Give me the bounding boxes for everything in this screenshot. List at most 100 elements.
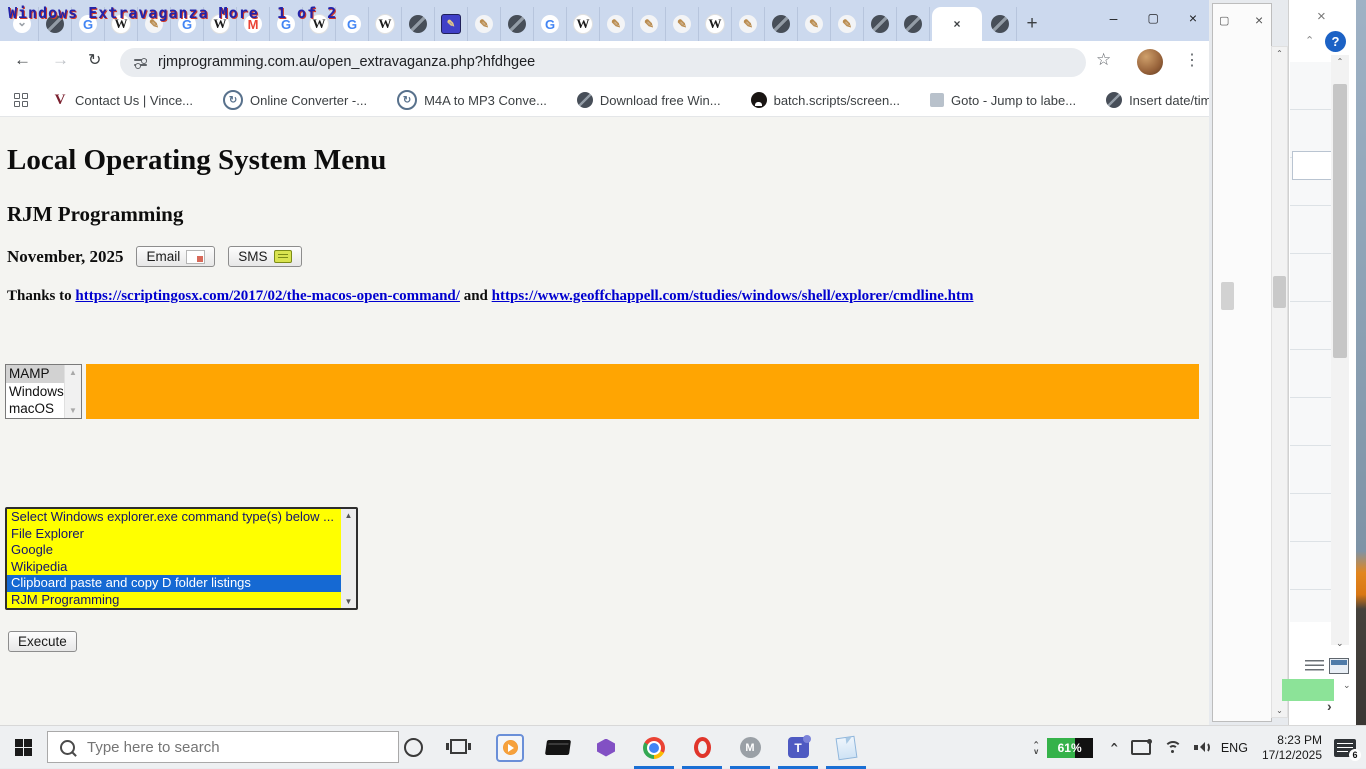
pinned-tab[interactable] (501, 7, 534, 41)
pinned-tab[interactable] (534, 7, 567, 41)
scroll-down-icon[interactable]: ▼ (345, 597, 353, 606)
os-option[interactable]: MAMP (6, 365, 64, 383)
scroll-up-icon[interactable]: ▲ (69, 368, 77, 377)
close-icon[interactable]: × (1255, 12, 1263, 28)
email-button[interactable]: Email (136, 246, 215, 267)
command-option[interactable]: File Explorer (7, 526, 341, 543)
back-icon[interactable]: ← (14, 50, 31, 70)
taskbar-app[interactable] (822, 726, 870, 769)
command-scrollbar[interactable]: ▲ ▼ (341, 509, 356, 608)
scrollbar-thumb[interactable] (1333, 84, 1347, 358)
scroll-up-icon[interactable]: ⌃ (1276, 49, 1283, 58)
site-info-icon[interactable] (134, 58, 148, 68)
battery-indicator[interactable]: 61% (1047, 738, 1093, 758)
cortana-icon[interactable] (404, 738, 423, 757)
scroll-down-icon[interactable]: ⌄ (1343, 680, 1351, 691)
pinned-tab[interactable] (468, 7, 501, 41)
scroll-up-icon[interactable]: ⌃ (1337, 57, 1344, 66)
pinned-tab[interactable] (732, 7, 765, 41)
taskbar-app[interactable] (630, 726, 678, 769)
os-option[interactable]: Windows (6, 383, 64, 401)
tray-scroll-icons[interactable]: ^ v (1034, 741, 1039, 755)
pinned-tab[interactable] (336, 7, 369, 41)
bookmark-item[interactable]: Goto - Jump to labe... (930, 93, 1076, 108)
back-window[interactable]: ▢ × ⌄ (1212, 3, 1272, 722)
pinned-tab[interactable] (765, 7, 798, 41)
notification-center-icon[interactable]: 6 (1334, 739, 1356, 757)
pinned-tab[interactable] (567, 7, 600, 41)
pinned-tab[interactable] (831, 7, 864, 41)
forward-icon[interactable]: → (52, 50, 69, 70)
scroll-down-icon[interactable]: v (1034, 748, 1039, 755)
taskbar-search[interactable] (47, 731, 399, 763)
bookmark-item[interactable]: M4A to MP3 Conve... (397, 90, 547, 110)
bookmark-item[interactable]: Contact Us | Vince... (52, 92, 193, 108)
pinned-tab[interactable] (402, 7, 435, 41)
next-arrow-icon[interactable]: › (1327, 698, 1332, 714)
link-geoffchappell[interactable]: https://www.geoffchappell.com/studies/wi… (492, 288, 974, 304)
language-indicator[interactable]: ENG (1221, 741, 1248, 755)
image-thumbnail-icon[interactable] (1329, 658, 1349, 674)
bookmark-item[interactable]: Download free Win... (577, 92, 721, 108)
volume-icon[interactable] (1194, 741, 1210, 754)
pinned-tab[interactable] (666, 7, 699, 41)
execute-button[interactable]: Execute (8, 631, 77, 652)
pinned-tab[interactable] (633, 7, 666, 41)
new-tab-button[interactable]: + (1017, 7, 1047, 41)
bookmark-item[interactable]: Online Converter -... (223, 90, 367, 110)
os-listbox[interactable]: MAMP Windows macOS ▲ ▼ (5, 364, 82, 419)
command-option[interactable]: Wikipedia (7, 559, 341, 576)
os-scrollbar[interactable]: ▲ ▼ (64, 365, 81, 418)
command-option[interactable]: Select Windows explorer.exe command type… (7, 509, 341, 526)
start-button[interactable] (0, 726, 46, 768)
taskbar-app[interactable] (678, 726, 726, 769)
active-tab[interactable]: × (932, 7, 982, 41)
kebab-menu-icon[interactable]: ⋮ (1184, 50, 1200, 70)
command-option[interactable]: Clipboard paste and copy D folder listin… (7, 575, 341, 592)
taskbar-app[interactable] (582, 726, 630, 769)
bookmark-star-icon[interactable]: ☆ (1096, 50, 1111, 70)
taskbar-app[interactable] (534, 726, 582, 769)
pinned-tab[interactable] (984, 7, 1017, 41)
help-icon[interactable]: ? (1325, 31, 1346, 52)
command-option[interactable]: RJM Programming (7, 592, 341, 609)
maximize-icon[interactable]: ▢ (1147, 11, 1158, 25)
url-text[interactable]: rjmprogramming.com.au/open_extravaganza.… (158, 54, 535, 70)
tab-close-icon[interactable]: × (953, 17, 960, 31)
os-option[interactable]: macOS (6, 400, 64, 418)
command-option[interactable]: Google (7, 542, 341, 559)
taskbar-app[interactable] (726, 726, 774, 769)
close-icon[interactable]: × (1317, 8, 1326, 25)
apps-grid-icon[interactable] (14, 93, 28, 107)
cast-display-icon[interactable] (1131, 740, 1151, 755)
sms-button[interactable]: SMS (228, 246, 301, 267)
wifi-icon[interactable] (1164, 741, 1182, 754)
scroll-down-icon[interactable]: ⌄ (1336, 638, 1344, 649)
maximize-icon[interactable]: ▢ (1219, 14, 1229, 27)
list-view-icon[interactable] (1305, 660, 1324, 673)
pinned-tab[interactable] (435, 7, 468, 41)
drag-handle[interactable] (1221, 282, 1234, 310)
back-window-scrollbar[interactable]: ⌃ ⌄ (1271, 46, 1288, 718)
minimize-icon[interactable]: – (1110, 10, 1118, 26)
search-input[interactable] (85, 738, 369, 757)
reload-icon[interactable]: ↻ (88, 50, 101, 70)
scroll-down-icon[interactable]: ▼ (69, 406, 77, 415)
pinned-tab[interactable] (600, 7, 633, 41)
pinned-tab[interactable] (864, 7, 897, 41)
collapse-icon[interactable]: ⌃ (1305, 34, 1314, 47)
scroll-down-icon[interactable]: ⌄ (1276, 706, 1283, 715)
task-view-icon[interactable] (450, 739, 467, 754)
pinned-tab[interactable] (798, 7, 831, 41)
clock[interactable]: 8:23 PM 17/12/2025 (1262, 733, 1322, 763)
close-icon[interactable]: × (1189, 10, 1197, 26)
scroll-up-icon[interactable]: ▲ (345, 511, 353, 520)
pinned-tab[interactable] (369, 7, 402, 41)
profile-avatar[interactable] (1137, 49, 1163, 75)
pinned-tab[interactable] (699, 7, 732, 41)
hidden-icons-chevron[interactable]: ^ (1111, 741, 1118, 755)
bookmark-item[interactable]: batch.scripts/screen... (751, 92, 900, 108)
pinned-tab[interactable] (897, 7, 930, 41)
link-scriptingosx[interactable]: https://scriptingosx.com/2017/02/the-mac… (75, 288, 460, 304)
taskbar-app[interactable] (774, 726, 822, 769)
